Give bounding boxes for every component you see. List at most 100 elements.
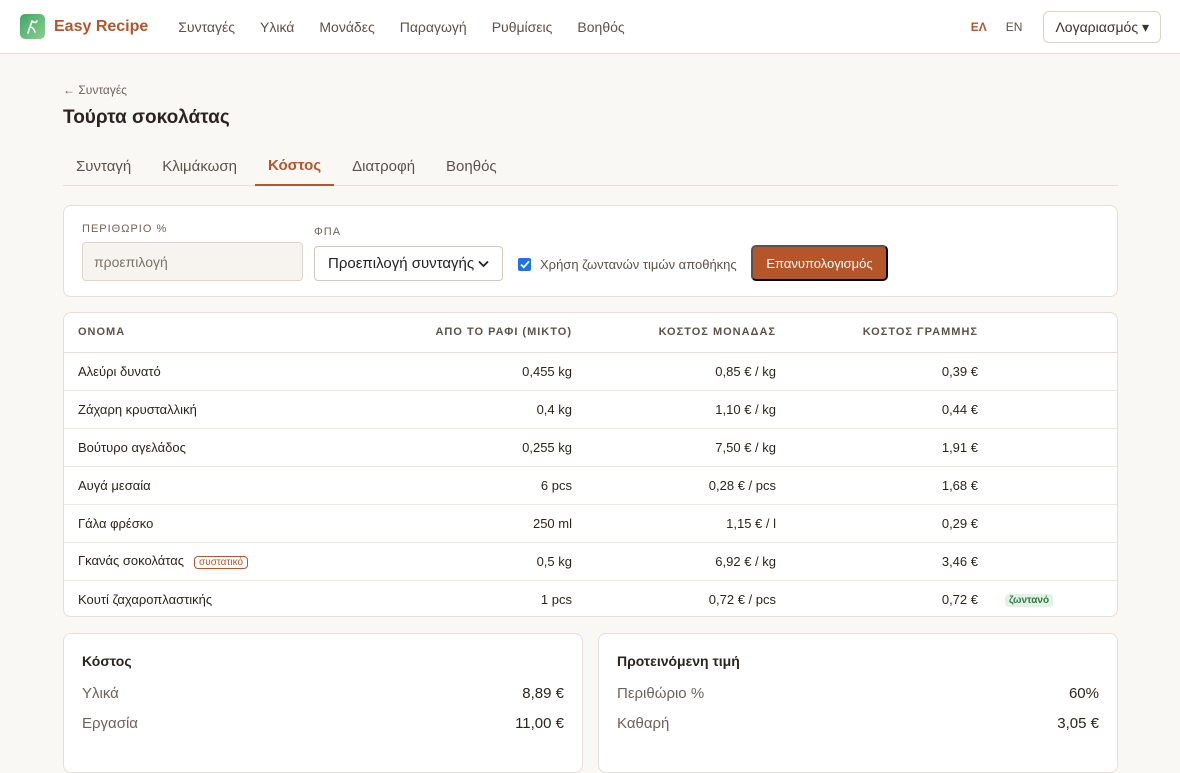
line-cost: 1,91 € bbox=[776, 428, 978, 467]
row-status bbox=[978, 504, 1117, 543]
live-prices-checkbox[interactable] bbox=[518, 258, 531, 271]
line-cost: 3,46 € bbox=[776, 542, 978, 581]
line-cost: 0,39 € bbox=[776, 352, 978, 391]
unit-cost: 7,50 € / kg bbox=[572, 428, 776, 467]
line-cost: 1,68 € bbox=[776, 466, 978, 505]
cost-table: ΟΝΟΜΑ ΑΠΟ ΤΟ ΡΑΦΙ (ΜΙΚΤΟ) ΚΟΣΤΟΣ ΜΟΝΑΔΑΣ… bbox=[64, 313, 1117, 616]
unit-cost: 6,92 € / kg bbox=[572, 542, 776, 581]
breadcrumb-back-link[interactable]: ← Συνταγές bbox=[63, 83, 127, 97]
unit-cost: 0,85 € / kg bbox=[572, 352, 776, 391]
nav-item-recipes[interactable]: Συνταγές bbox=[178, 19, 235, 35]
nav-item-assistant[interactable]: Βοηθός bbox=[577, 19, 624, 35]
unit-cost: 1,15 € / l bbox=[572, 504, 776, 543]
vat-label: ΦΠΑ bbox=[314, 226, 342, 238]
line-cost: 0,44 € bbox=[776, 390, 978, 429]
brand[interactable]: Easy Recipe bbox=[20, 14, 148, 39]
tab-recipe[interactable]: Συνταγή bbox=[63, 146, 144, 186]
cost-summary-row: Υλικά 8,89 € bbox=[82, 685, 564, 702]
row-status bbox=[978, 542, 1117, 581]
nav-item-units[interactable]: Μονάδες bbox=[319, 19, 374, 35]
row-status bbox=[978, 390, 1117, 429]
shelf-amount: 0,255 kg bbox=[394, 428, 572, 467]
ingredient-name: Γκανάς σοκολάτας bbox=[78, 553, 185, 568]
col-header-name[interactable]: ΟΝΟΜΑ bbox=[64, 313, 394, 353]
cost-summary-row: Εργασία 11,00 € bbox=[82, 715, 564, 732]
table-row: Γάλα φρέσκο 250 ml 1,15 € / l 0,29 € bbox=[64, 504, 1117, 543]
cost-controls-card: ΠΕΡΙΘΩΡΙΟ % προεπιλογή ΦΠΑ Προεπιλογή συ… bbox=[63, 205, 1118, 297]
tab-nutrition[interactable]: Διατροφή bbox=[339, 146, 428, 186]
summary-label: Περιθώριο % bbox=[617, 685, 705, 702]
live-prices-label: Χρήση ζωντανών τιμών αποθήκης bbox=[540, 257, 737, 272]
app-logo-icon bbox=[20, 14, 45, 39]
row-status: ζωντανό bbox=[978, 580, 1117, 616]
summary-value: 60% bbox=[1068, 685, 1099, 702]
ingredient-name: Γάλα φρέσκο bbox=[64, 504, 394, 543]
table-row: Αλεύρι δυνατό 0,455 kg 0,85 € / kg 0,39 … bbox=[64, 352, 1117, 391]
recalculate-button[interactable]: Επανυπολογισμός bbox=[751, 245, 888, 281]
margin-input[interactable]: προεπιλογή bbox=[82, 242, 303, 281]
unit-cost: 0,28 € / pcs bbox=[572, 466, 776, 505]
tab-cost[interactable]: Κόστος bbox=[254, 146, 335, 186]
summary-label: Εργασία bbox=[82, 715, 138, 732]
live-price-badge: ζωντανό bbox=[1005, 594, 1054, 608]
shelf-amount: 0,455 kg bbox=[394, 352, 572, 391]
tab-scaling[interactable]: Κλιμάκωση bbox=[149, 146, 250, 186]
chevron-down-icon bbox=[478, 255, 489, 272]
unit-cost: 1,10 € / kg bbox=[572, 390, 776, 429]
cost-table-card: ΟΝΟΜΑ ΑΠΟ ΤΟ ΡΑΦΙ (ΜΙΚΤΟ) ΚΟΣΤΟΣ ΜΟΝΑΔΑΣ… bbox=[63, 312, 1118, 617]
top-navbar: Easy Recipe Συνταγές Υλικά Μονάδες Παραγ… bbox=[0, 0, 1180, 54]
col-header-shelf[interactable]: ΑΠΟ ΤΟ ΡΑΦΙ (ΜΙΚΤΟ) bbox=[394, 313, 572, 353]
table-row: Αυγά μεσαία 6 pcs 0,28 € / pcs 1,68 € bbox=[64, 466, 1117, 505]
lang-el[interactable]: ΕΛ bbox=[971, 20, 987, 34]
col-header-line-cost[interactable]: ΚΟΣΤΟΣ ΓΡΑΜΜΗΣ bbox=[776, 313, 978, 353]
app-name: Easy Recipe bbox=[54, 17, 149, 35]
vat-select[interactable]: Προεπιλογή συνταγής bbox=[314, 246, 503, 281]
shelf-amount: 1 pcs bbox=[540, 591, 572, 607]
margin-label: ΠΕΡΙΘΩΡΙΟ % bbox=[82, 223, 168, 235]
row-status bbox=[978, 466, 1117, 505]
row-status bbox=[978, 352, 1117, 391]
summary-value: 11,00 € bbox=[515, 715, 564, 732]
row-status bbox=[978, 428, 1117, 467]
vat-select-value: Προεπιλογή συνταγής bbox=[328, 255, 475, 272]
suggested-price-card: Προτεινόμενη τιμή Περιθώριο % 60% Καθαρή… bbox=[598, 633, 1118, 773]
account-menu-button[interactable]: Λογαριασμός ▾ bbox=[1043, 11, 1161, 43]
table-row: Ζάχαρη κρυσταλλική 0,4 kg 1,10 € / kg 0,… bbox=[64, 390, 1117, 429]
tab-assistant[interactable]: Βοηθός bbox=[433, 146, 510, 186]
cost-summary-title: Κόστος bbox=[82, 653, 132, 669]
col-header-status bbox=[978, 313, 1117, 353]
nav-item-settings[interactable]: Ρυθμίσεις bbox=[492, 19, 553, 35]
price-summary-row: Καθαρή 3,05 € bbox=[617, 715, 1099, 732]
summary-label: Υλικά bbox=[82, 685, 119, 702]
col-header-unit-cost[interactable]: ΚΟΣΤΟΣ ΜΟΝΑΔΑΣ bbox=[572, 313, 776, 353]
table-row: Βούτυρο αγελάδος 0,255 kg 7,50 € / kg 1,… bbox=[64, 428, 1117, 467]
ingredient-name: Αλεύρι δυνατό bbox=[64, 352, 394, 391]
ingredient-name: Βούτυρο αγελάδος bbox=[64, 428, 394, 467]
shelf-amount: 0,5 kg bbox=[394, 542, 572, 581]
summary-label: Καθαρή bbox=[617, 715, 670, 732]
shelf-amount: 250 ml bbox=[394, 504, 572, 543]
summary-value: 3,05 € bbox=[1057, 715, 1099, 732]
ingredient-name: Κουτί ζαχαροπλαστικής bbox=[78, 591, 213, 607]
page-title: Τούρτα σοκολάτας bbox=[63, 107, 230, 128]
suggested-price-title: Προτεινόμενη τιμή bbox=[617, 653, 740, 669]
nav-item-production[interactable]: Παραγωγή bbox=[400, 19, 467, 35]
live-prices-toggle[interactable]: Χρήση ζωντανών τιμών αποθήκης bbox=[518, 257, 737, 272]
cost-summary-card: Κόστος Υλικά 8,89 € Εργασία 11,00 € bbox=[63, 633, 583, 773]
nav-item-ingredients[interactable]: Υλικά bbox=[260, 19, 294, 35]
ingredient-name: Ζάχαρη κρυσταλλική bbox=[64, 390, 394, 429]
ingredient-name-cell: Γκανάς σοκολάτας συστατικό bbox=[64, 542, 394, 581]
lang-en[interactable]: EN bbox=[1006, 20, 1023, 34]
price-summary-row: Περιθώριο % 60% bbox=[617, 685, 1099, 702]
table-row: Γκανάς σοκολάτας συστατικό 0,5 kg 6,92 € … bbox=[64, 542, 1117, 581]
ingredient-name: Αυγά μεσαία bbox=[64, 466, 394, 505]
line-cost: 0,72 € bbox=[941, 591, 978, 607]
main-nav: Συνταγές Υλικά Μονάδες Παραγωγή Ρυθμίσει… bbox=[178, 19, 649, 35]
line-cost: 0,29 € bbox=[776, 504, 978, 543]
recipe-tabs: Συνταγή Κλιμάκωση Κόστος Διατροφή Βοηθός bbox=[63, 146, 1118, 186]
table-row: Κουτί ζαχαροπλαστικής 1 pcs 0,72 € / pcs… bbox=[64, 580, 1117, 616]
shelf-amount: 6 pcs bbox=[394, 466, 572, 505]
component-badge: συστατικό bbox=[194, 556, 249, 569]
unit-cost: 0,72 € / pcs bbox=[708, 591, 776, 607]
summary-value: 8,89 € bbox=[522, 685, 564, 702]
